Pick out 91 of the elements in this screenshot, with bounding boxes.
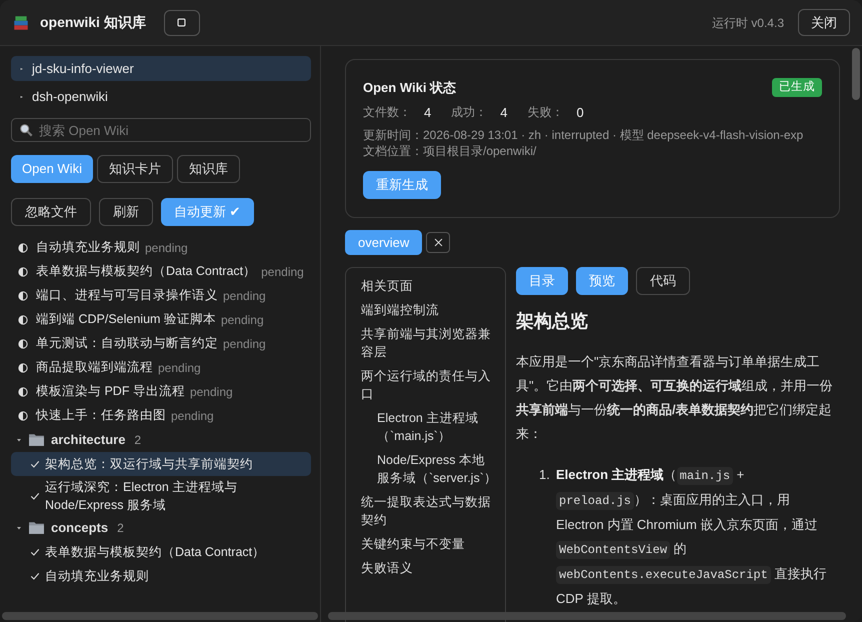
page-title: 模板渲染与 PDF 导出流程 <box>36 383 185 400</box>
wiki-page-item[interactable]: 快速上手：任务路由图 pending <box>11 404 311 428</box>
half-circle-icon <box>17 266 29 278</box>
stat-value: 4 <box>424 104 432 122</box>
update-info: 更新时间：2026-08-29 13:01 · zh · interrupted · 模型 deepseek-v4-flash-vision-exp <box>363 127 804 143</box>
page-title: 商品提取端到端流程 <box>36 359 153 376</box>
status-label: pending <box>171 408 214 424</box>
half-circle-icon <box>17 362 29 374</box>
wiki-page-item[interactable]: 自动填充业务规则 pending <box>11 236 311 260</box>
toc-link[interactable]: 失败语义 <box>361 559 497 577</box>
half-circle-icon <box>17 410 29 422</box>
folder-name: architecture <box>51 430 126 449</box>
location-info: 文档位置：项目根目录/openwiki/ <box>363 143 538 159</box>
search-icon <box>19 123 33 137</box>
scrollbar[interactable] <box>328 612 846 620</box>
half-circle-icon <box>17 338 29 350</box>
list-number: 1. <box>539 466 551 484</box>
close-tab-button[interactable] <box>426 232 450 253</box>
toc-link[interactable]: Node/Express 本地服务域（`server.js`） <box>361 451 497 487</box>
wiki-page-item[interactable]: 运行域深究：Electron 主进程域与 Node/Express 服务域 <box>11 476 311 516</box>
stat-label: 失败： <box>527 104 564 122</box>
half-circle-icon <box>17 314 29 326</box>
action-button[interactable]: 忽略文件 <box>11 198 91 226</box>
maximize-button[interactable] <box>164 10 200 36</box>
tab[interactable]: 知识库 <box>176 154 240 182</box>
page-title: 运行域深究：Electron 主进程域与 Node/Express 服务域 <box>45 478 238 514</box>
folder-row[interactable]: concepts 2 <box>11 516 311 540</box>
toc-link[interactable]: 关键约束与不变量 <box>361 535 497 553</box>
wiki-page-item[interactable]: 表单数据与模板契约（Data Contract） <box>11 540 311 564</box>
toc-link[interactable]: Electron 主进程域（`main.js`） <box>361 409 497 445</box>
close-icon <box>432 237 444 248</box>
status-label: pending <box>145 240 188 256</box>
wiki-page-item[interactable]: 架构总览：双运行域与共享前端契约 <box>11 452 311 476</box>
wiki-page-item[interactable]: 端口、进程与可写目录操作语义 pending <box>11 284 311 308</box>
page-title: 自动填充业务规则 <box>45 568 149 584</box>
toc-link[interactable]: 相关页面 <box>361 277 497 295</box>
wiki-page-item[interactable]: 表单数据与模板契约（Data Contract） pending <box>11 260 311 284</box>
wiki-page-item[interactable]: 自动填充业务规则 <box>11 564 311 588</box>
doc-heading: 架构总览 <box>516 310 589 333</box>
page-title: 快速上手：任务路由图 <box>36 407 166 424</box>
action-button[interactable]: 刷新 <box>99 198 153 226</box>
stat-value: 4 <box>500 104 508 122</box>
list-item-text: Electron 主进程域（ main.js + preload.js ）：桌面应用的主入口，用 Electron 内置 Chromium 嵌入京东页面，通过 WebContentsView 的 webContents.executeJavaScript 直接执行 CDP 提取。 <box>556 466 828 608</box>
wiki-page-item[interactable]: 单元测试：自动联动与断言约定 pending <box>11 332 311 356</box>
status-label: pending <box>223 288 266 304</box>
folder-icon <box>28 431 45 448</box>
toc-link[interactable]: 统一提取表达式与数据契约 <box>361 493 497 529</box>
page-title: 表单数据与模板契约（Data Contract） <box>36 263 256 280</box>
page-title: 端口、进程与可写目录操作语义 <box>36 287 218 304</box>
square-icon <box>176 17 188 28</box>
page-title: 表单数据与模板契约（Data Contract） <box>45 544 266 560</box>
project-item[interactable]: jd-sku-info-viewer <box>11 56 311 81</box>
page-title: 架构总览：双运行域与共享前端契约 <box>45 456 253 472</box>
view-mode-button[interactable]: 代码 <box>636 267 690 295</box>
half-circle-icon <box>17 386 29 398</box>
window-title: openwiki 知识库 <box>40 13 146 32</box>
scrollbar[interactable] <box>852 48 860 100</box>
page-title: 单元测试：自动联动与断言约定 <box>36 335 218 352</box>
item-count: 2 <box>117 520 124 536</box>
doc-paragraph: 本应用是一个"京东商品详情查看器与订单单据生成工具"。它由两个可选择、可互换的运行域组成，并用一份共享前端与一份统一的商品/表单数据契约把它们绑定起来： <box>516 353 834 443</box>
project-item[interactable]: dsh-openwiki <box>11 84 311 109</box>
books-icon <box>12 14 30 32</box>
status-label: pending <box>158 360 201 376</box>
status-label: pending <box>261 264 304 280</box>
toc-link[interactable]: 两个运行域的责任与入口 <box>361 367 497 403</box>
page-title: 端到端 CDP/Selenium 验证脚本 <box>36 311 216 328</box>
stat-value: 0 <box>576 104 584 122</box>
status-badge: 已生成 <box>772 78 822 98</box>
folder-row[interactable]: architecture 2 <box>11 428 311 452</box>
wiki-page-item[interactable]: 端到端 CDP/Selenium 验证脚本 pending <box>11 308 311 332</box>
status-label: pending <box>190 384 233 400</box>
toc-link[interactable]: 共享前端与其浏览器兼容层 <box>361 325 497 361</box>
close-button[interactable]: 关闭 <box>798 9 850 36</box>
toc-link[interactable]: 端到端控制流 <box>361 301 497 319</box>
page-title: 自动填充业务规则 <box>36 239 140 256</box>
card-title: Open Wiki 状态 <box>363 79 456 97</box>
tab[interactable]: 知识卡片 <box>96 154 173 182</box>
status-label: pending <box>223 336 266 352</box>
item-count: 2 <box>134 432 142 448</box>
search-field[interactable]: 搜索 Open Wiki <box>11 118 311 142</box>
wiki-page-item[interactable]: 模板渲染与 PDF 导出流程 pending <box>11 380 311 404</box>
version-label: 运行时 v0.4.3 <box>712 14 784 32</box>
stat-label: 文件数： <box>363 104 411 122</box>
wiki-page-item[interactable]: 商品提取端到端流程 pending <box>11 356 311 380</box>
scrollbar[interactable] <box>2 612 318 620</box>
folder-name: concepts <box>51 518 108 537</box>
status-label: pending <box>220 312 264 328</box>
folder-icon <box>28 519 45 536</box>
half-circle-icon <box>17 242 29 254</box>
half-circle-icon <box>17 290 29 302</box>
stat-label: 成功： <box>451 104 488 122</box>
